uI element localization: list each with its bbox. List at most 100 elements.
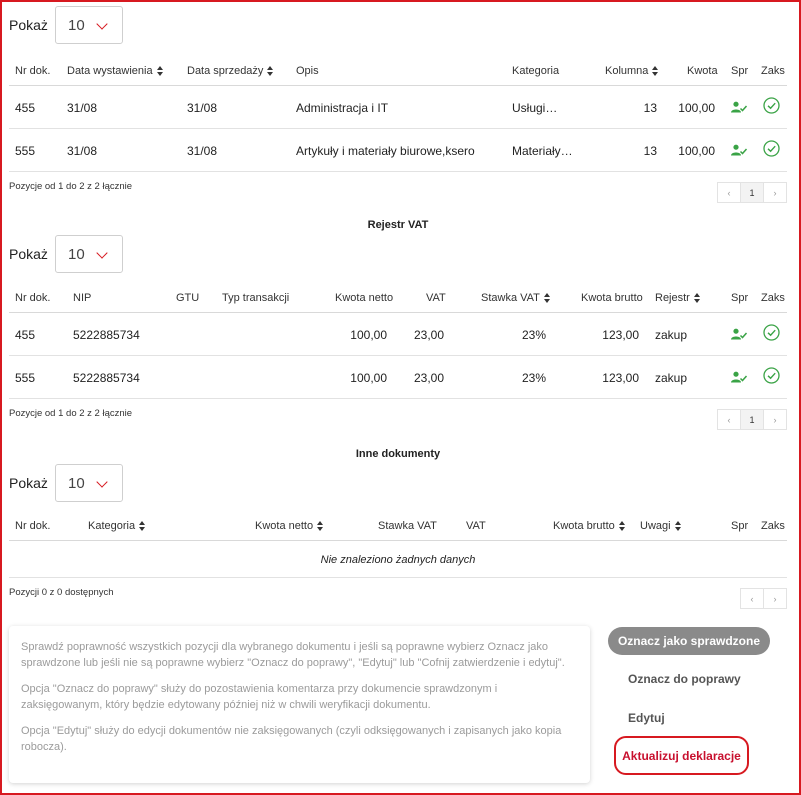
check-circle-icon[interactable] bbox=[763, 324, 780, 341]
col-uwagi[interactable]: Uwagi bbox=[640, 520, 682, 532]
cell-vat: 23,00 bbox=[413, 371, 444, 385]
cell-stawka-vat: 23% bbox=[521, 328, 546, 342]
col-nr-dok: Nr dok. bbox=[15, 65, 51, 77]
action-buttons: Oznacz jako sprawdzone Oznacz do poprawy… bbox=[608, 627, 770, 775]
sort-icon bbox=[317, 521, 324, 531]
col-rejestr[interactable]: Rejestr bbox=[655, 292, 701, 304]
check-circle-icon[interactable] bbox=[763, 367, 780, 384]
table-info: Pozycje od 1 do 2 z 2 łącznie bbox=[9, 181, 133, 192]
cell-rejestr: zakup bbox=[655, 371, 688, 385]
col-zaks: Zaks bbox=[761, 65, 785, 77]
cell-kategoria: Usługi… bbox=[512, 101, 558, 115]
cell-nr: 555 bbox=[15, 371, 36, 385]
col-stawka-vat[interactable]: Stawka VAT bbox=[481, 292, 551, 304]
col-typ-transakcji: Typ transakcji bbox=[222, 292, 290, 304]
page-size-select[interactable]: 10 bbox=[55, 235, 123, 273]
user-check-icon[interactable] bbox=[731, 328, 747, 340]
cell-opis: Artykuły i materiały biurowe,ksero bbox=[296, 144, 475, 158]
cell-data-wystawienia: 31/08 bbox=[67, 144, 98, 158]
col-spr: Spr bbox=[731, 292, 749, 304]
cell-kwota: 100,00 bbox=[678, 101, 715, 115]
show-label: Pokaż bbox=[9, 17, 48, 33]
cell-kwota-brutto: 123,00 bbox=[602, 371, 639, 385]
col-nip: NIP bbox=[73, 292, 92, 304]
pagination: ‹ › bbox=[740, 588, 787, 609]
pagination-next[interactable]: › bbox=[763, 409, 787, 430]
cell-kwota: 100,00 bbox=[678, 144, 715, 158]
edit-button[interactable]: Edytuj bbox=[628, 711, 665, 725]
pagination-prev[interactable]: ‹ bbox=[740, 588, 764, 609]
page-size-row: Pokaż 10 bbox=[9, 6, 787, 44]
col-vat: VAT bbox=[466, 520, 486, 532]
cell-nr: 455 bbox=[15, 101, 36, 115]
show-label: Pokaż bbox=[9, 246, 48, 262]
cell-nip: 5222885734 bbox=[73, 328, 140, 342]
table-info-row: Pozycji 0 z 0 dostępnych ‹ › bbox=[9, 578, 787, 609]
cell-stawka-vat: 23% bbox=[521, 371, 546, 385]
table-info-row: Pozycje od 1 do 2 z 2 łącznie ‹ 1 › bbox=[9, 399, 787, 430]
check-circle-icon[interactable] bbox=[763, 97, 780, 114]
sort-icon bbox=[156, 66, 164, 76]
pagination-page-1[interactable]: 1 bbox=[740, 182, 764, 203]
page-size-select[interactable]: 10 bbox=[55, 6, 123, 44]
page-size-row: Pokaż 10 bbox=[9, 235, 123, 273]
sort-icon bbox=[693, 293, 701, 303]
col-kwota-netto[interactable]: Kwota netto bbox=[255, 520, 324, 532]
user-check-icon[interactable] bbox=[731, 371, 747, 383]
col-kwota-netto: Kwota netto bbox=[335, 292, 394, 304]
col-nr-dok: Nr dok. bbox=[15, 520, 51, 532]
user-check-icon[interactable] bbox=[731, 144, 747, 156]
sort-icon bbox=[618, 521, 626, 531]
check-circle-icon[interactable] bbox=[763, 140, 780, 157]
user-check-icon[interactable] bbox=[731, 101, 747, 113]
pagination-page-1[interactable]: 1 bbox=[740, 409, 764, 430]
table-header: Nr dok. NIP GTU Typ transakcji Kwota net… bbox=[9, 283, 787, 313]
table-row[interactable]: 555 31/08 31/08 Artykuły i materiały biu… bbox=[9, 129, 787, 172]
col-nr-dok: Nr dok. bbox=[15, 292, 51, 304]
pagination-next[interactable]: › bbox=[763, 182, 787, 203]
pagination: ‹ 1 › bbox=[717, 182, 787, 203]
documents-table: Nr dok. Data wystawienia Data sprzedaży … bbox=[9, 56, 787, 203]
empty-row: Nie znaleziono żadnych danych bbox=[9, 541, 787, 578]
pagination: ‹ 1 › bbox=[717, 409, 787, 430]
other-docs-title: Inne dokumenty bbox=[355, 448, 441, 460]
col-spr: Spr bbox=[731, 520, 749, 532]
col-spr: Spr bbox=[731, 65, 749, 77]
mark-checked-button[interactable]: Oznacz jako sprawdzone bbox=[608, 627, 770, 655]
vat-table: Nr dok. NIP GTU Typ transakcji Kwota net… bbox=[9, 283, 787, 430]
sort-icon bbox=[652, 66, 659, 76]
update-declaration-button[interactable]: Aktualizuj deklaracje bbox=[614, 736, 749, 775]
col-kwota-brutto[interactable]: Kwota brutto bbox=[553, 520, 626, 532]
col-kolumna[interactable]: Kolumna bbox=[605, 65, 659, 77]
table-row[interactable]: 455 5222885734 100,00 23,00 23% 123,00 z… bbox=[9, 313, 787, 356]
col-data-wystawienia[interactable]: Data wystawienia bbox=[67, 65, 164, 77]
mark-fix-button[interactable]: Oznacz do poprawy bbox=[628, 672, 741, 686]
cell-kwota-netto: 100,00 bbox=[350, 371, 387, 385]
cell-kwota-brutto: 123,00 bbox=[602, 328, 639, 342]
pagination-next[interactable]: › bbox=[763, 588, 787, 609]
pagination-prev[interactable]: ‹ bbox=[717, 182, 741, 203]
table-row[interactable]: 555 5222885734 100,00 23,00 23% 123,00 z… bbox=[9, 356, 787, 399]
table-info-row: Pozycje od 1 do 2 z 2 łącznie ‹ 1 › bbox=[9, 172, 787, 203]
cell-rejestr: zakup bbox=[655, 328, 688, 342]
sort-icon bbox=[543, 293, 551, 303]
table-row[interactable]: 455 31/08 31/08 Administracja i IT Usług… bbox=[9, 86, 787, 129]
help-text-3: Opcja "Edytuj" służy do edycji dokumentó… bbox=[21, 725, 562, 753]
chevron-down-icon bbox=[96, 247, 108, 259]
sort-icon bbox=[674, 521, 682, 531]
col-zaks: Zaks bbox=[761, 292, 785, 304]
table-info: Pozycje od 1 do 2 z 2 łącznie bbox=[9, 408, 133, 419]
col-vat: VAT bbox=[426, 292, 446, 304]
page-size-select[interactable]: 10 bbox=[55, 464, 123, 502]
col-kategoria[interactable]: Kategoria bbox=[88, 520, 146, 532]
vat-title: Rejestr VAT bbox=[367, 219, 429, 231]
help-text-1: Sprawdź poprawność wszystkich pozycji dl… bbox=[21, 641, 565, 669]
pagination-prev[interactable]: ‹ bbox=[717, 409, 741, 430]
col-data-sprzedazy[interactable]: Data sprzedaży bbox=[187, 65, 274, 77]
show-label: Pokaż bbox=[9, 475, 48, 491]
page-size-row: Pokaż 10 bbox=[9, 464, 123, 502]
page-size-value: 10 bbox=[68, 474, 85, 492]
cell-data-sprzedazy: 31/08 bbox=[187, 101, 218, 115]
cell-nr: 555 bbox=[15, 144, 36, 158]
chevron-down-icon bbox=[96, 18, 108, 30]
